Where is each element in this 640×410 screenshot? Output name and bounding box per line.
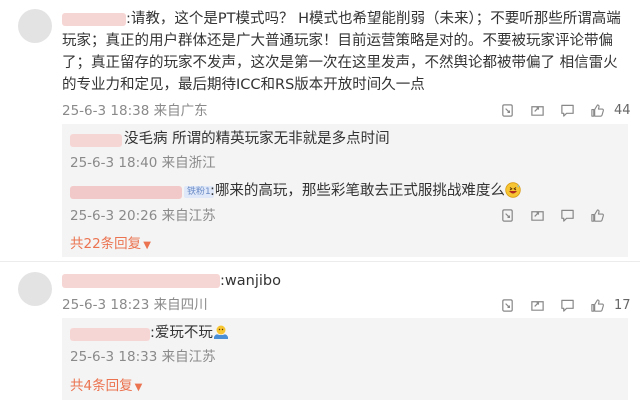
comment-location: 来自四川: [153, 297, 208, 313]
reply-date: 25-6-3 18:33: [70, 349, 158, 365]
like-count: 44: [614, 102, 631, 118]
reply-meta: 25-6-3 18:33 来自江苏: [70, 348, 216, 366]
divider: [0, 261, 640, 262]
reply-username-blurred[interactable]: [70, 134, 122, 147]
reply-text: 没毛病 所谓的精英玩家无非就是多点时间: [124, 131, 390, 147]
comment-actions: 17: [492, 296, 631, 314]
share-icon[interactable]: [492, 206, 522, 224]
avatar[interactable]: [18, 272, 52, 306]
comment-actions: 44: [492, 101, 631, 119]
reply-username-blurred[interactable]: [70, 328, 150, 341]
reply-text: :哪来的高玩，那些彩笔敢去正式服挑战难度么: [210, 180, 521, 202]
like-icon[interactable]: [582, 296, 612, 314]
like-icon[interactable]: [582, 206, 612, 224]
avatar[interactable]: [18, 9, 52, 43]
comment-icon[interactable]: [552, 296, 582, 314]
more-replies-link[interactable]: 共22条回复 ▼: [70, 235, 151, 255]
like-icon[interactable]: [582, 101, 612, 119]
reply-location: 来自江苏: [161, 349, 216, 365]
comment-location: 来自广东: [153, 103, 208, 119]
repost-icon[interactable]: [522, 206, 552, 224]
repost-icon[interactable]: [522, 296, 552, 314]
reply-location: 来自浙江: [161, 155, 216, 171]
comment-icon[interactable]: [552, 206, 582, 224]
comment-text: :wanjibo: [220, 273, 281, 289]
share-icon[interactable]: [492, 101, 522, 119]
grin-sweat-emoji: [505, 182, 521, 198]
reply-text: :爱玩不玩: [150, 322, 229, 344]
comment-meta: 25-6-3 18:23 来自四川: [62, 296, 208, 314]
repost-icon[interactable]: [522, 101, 552, 119]
reply-location: 来自江苏: [161, 208, 216, 224]
username-blurred[interactable]: [62, 274, 220, 288]
comment-date: 25-6-3 18:38: [62, 103, 150, 119]
more-replies-link[interactable]: 共4条回复 ▼: [70, 377, 142, 397]
caret-down-icon: ▼: [134, 382, 143, 393]
reply-date: 25-6-3 18:40: [70, 155, 158, 171]
shrug-emoji: [213, 325, 228, 339]
reply-actions: [492, 206, 612, 224]
reply-username-blurred[interactable]: [70, 186, 182, 199]
like-count: 17: [614, 297, 631, 313]
reply-meta: 25-6-3 20:26 来自江苏: [70, 207, 216, 225]
comment-text: :请教，这个是PT模式吗？ H模式也希望能削弱（未来）；不要听那些所谓高端玩家；…: [62, 11, 621, 93]
caret-down-icon: ▼: [143, 240, 151, 251]
reply-meta: 25-6-3 18:40 来自浙江: [70, 154, 216, 172]
comment-icon[interactable]: [552, 101, 582, 119]
reply-date: 25-6-3 20:26: [70, 208, 158, 224]
comment-meta: 25-6-3 18:38 来自广东: [62, 102, 208, 120]
share-icon[interactable]: [492, 296, 522, 314]
comment-date: 25-6-3 18:23: [62, 297, 150, 313]
